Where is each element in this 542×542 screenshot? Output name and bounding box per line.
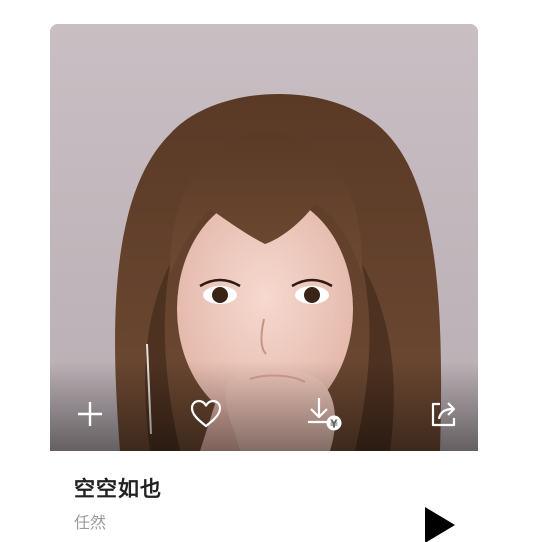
share-icon xyxy=(431,402,456,427)
plus-icon xyxy=(78,402,102,426)
song-info: 空空如也 任然 xyxy=(50,451,478,542)
download-paid-button[interactable]: ¥ xyxy=(304,394,344,434)
favorite-button[interactable] xyxy=(186,394,226,434)
song-card: ¥ 空空如也 任然 xyxy=(50,24,478,542)
play-button[interactable] xyxy=(420,503,460,542)
song-title: 空空如也 xyxy=(74,477,162,501)
svg-text:¥: ¥ xyxy=(330,418,338,431)
heart-icon xyxy=(190,399,222,428)
download-yen-icon: ¥ xyxy=(308,398,342,431)
share-button[interactable] xyxy=(424,394,464,434)
album-cover[interactable]: ¥ xyxy=(50,24,478,451)
add-button[interactable] xyxy=(70,394,110,434)
cover-shade xyxy=(50,361,478,451)
song-artist[interactable]: 任然 xyxy=(74,509,106,533)
play-icon xyxy=(425,507,455,542)
